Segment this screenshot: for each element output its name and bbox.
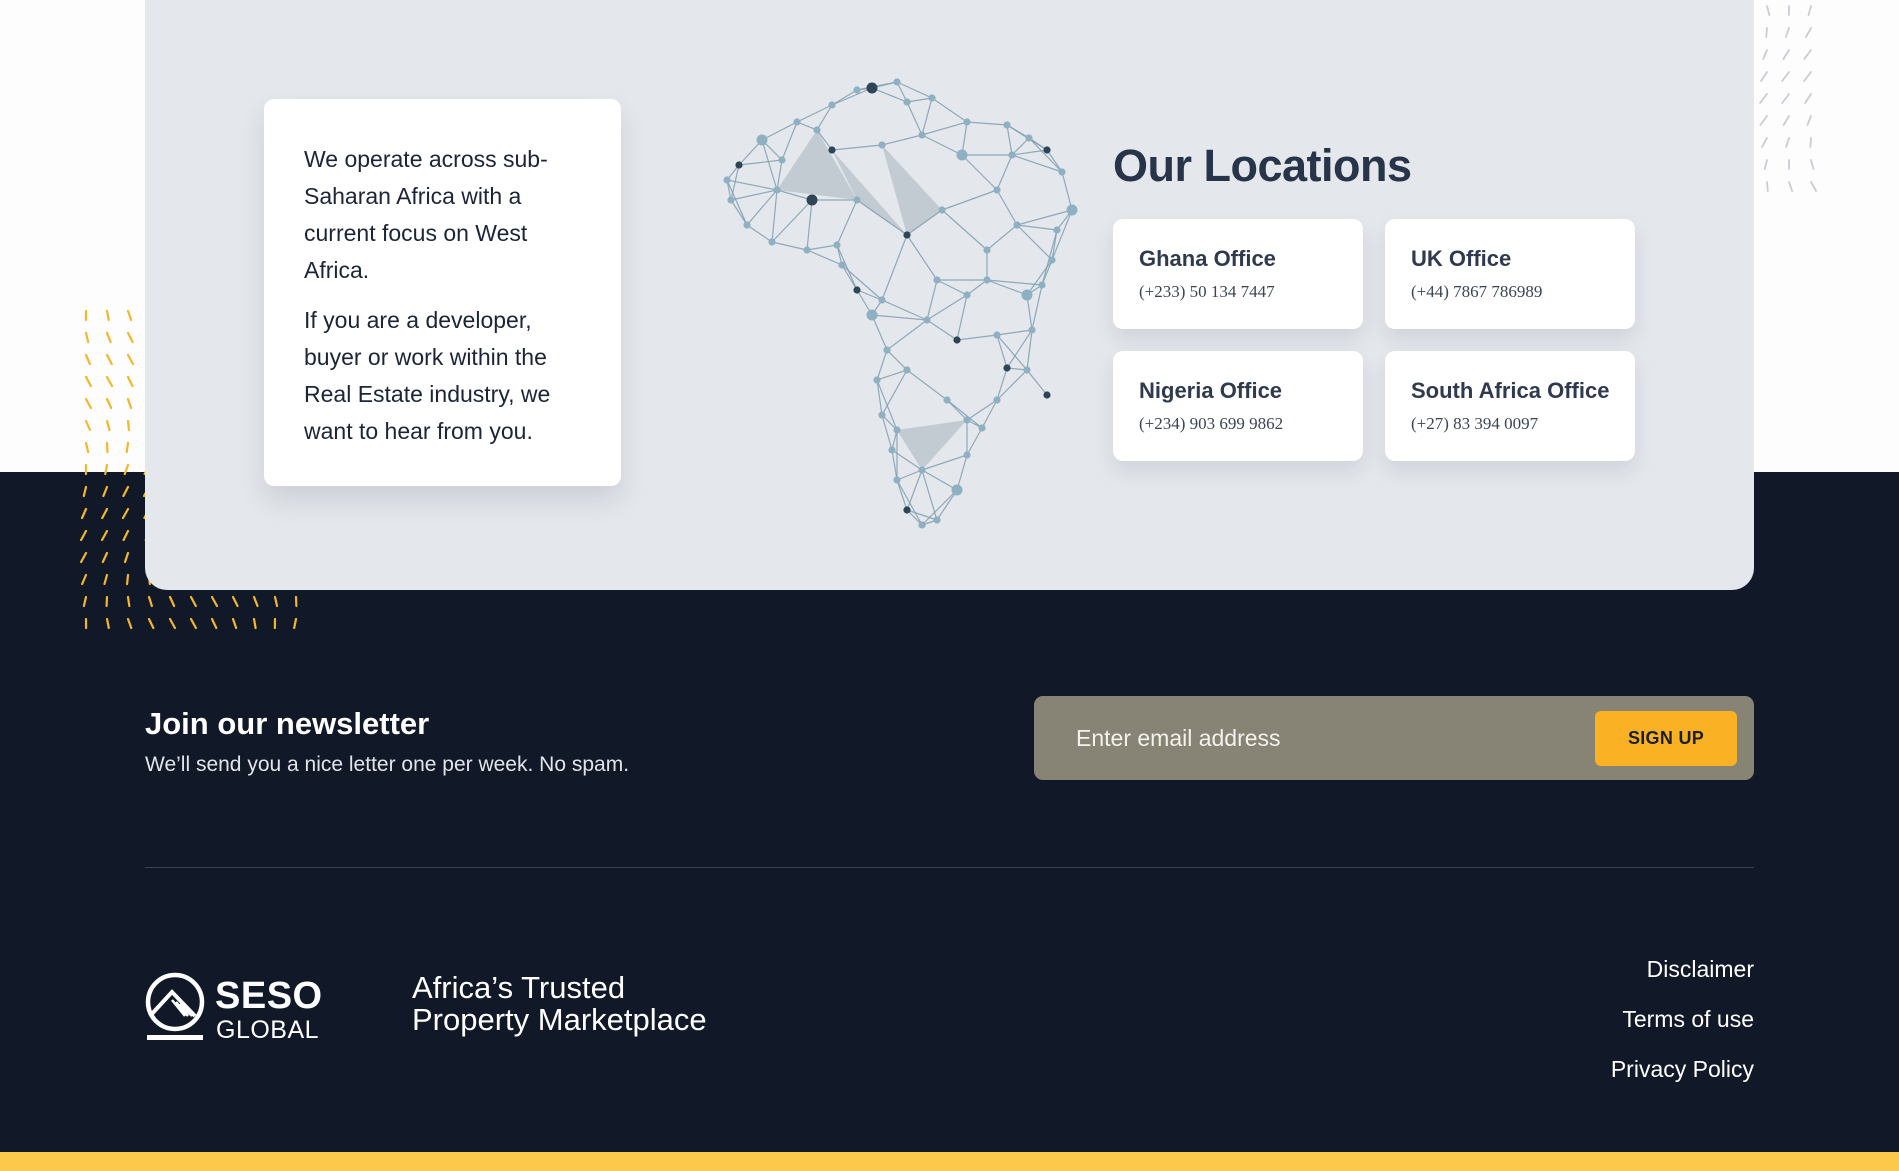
about-text-box: We operate across sub-Saharan Africa wit…: [264, 99, 621, 486]
office-name: Ghana Office: [1139, 246, 1276, 271]
privacy-policy-link[interactable]: Privacy Policy: [1611, 1044, 1754, 1094]
logo-wordmark-seso: SESO: [215, 975, 323, 1017]
office-card-south-africa: South Africa Office (+27) 83 394 0097: [1385, 351, 1635, 461]
footer-tagline: Africa’s Trusted Property Marketplace: [412, 972, 707, 1036]
office-phone: (+27) 83 394 0097: [1411, 414, 1539, 433]
newsletter-title: Join our newsletter: [145, 706, 430, 741]
office-phone: (+233) 50 134 7447: [1139, 282, 1275, 301]
signup-button[interactable]: SIGN UP: [1595, 711, 1737, 766]
office-name: South Africa Office: [1411, 378, 1610, 403]
office-phone: (+44) 7867 786989: [1411, 282, 1543, 301]
office-card-nigeria: Nigeria Office (+234) 903 699 9862: [1113, 351, 1363, 461]
disclaimer-link[interactable]: Disclaimer: [1611, 944, 1754, 994]
office-card-ghana: Ghana Office (+233) 50 134 7447: [1113, 219, 1363, 329]
seso-global-logo-icon[interactable]: [145, 972, 209, 1048]
africa-network-map-icon: [723, 78, 1078, 529]
office-name: Nigeria Office: [1139, 378, 1283, 403]
office-name: UK Office: [1411, 246, 1512, 271]
footer-accent-stripe: [0, 1152, 1899, 1171]
locations-title: Our Locations: [1113, 140, 1412, 191]
locations-card: We operate across sub-Saharan Africa wit…: [145, 0, 1754, 590]
about-paragraph-2: If you are a developer, buyer or work wi…: [304, 307, 551, 444]
office-phone: (+234) 903 699 9862: [1139, 414, 1284, 433]
newsletter-form: SIGN UP: [1034, 696, 1754, 780]
footer-links: Disclaimer Terms of use Privacy Policy: [1611, 944, 1754, 1094]
logo-wordmark-global: GLOBAL: [216, 1016, 320, 1044]
email-input[interactable]: [1034, 696, 1594, 780]
footer-divider: [145, 867, 1754, 868]
office-card-uk: UK Office (+44) 7867 786989: [1385, 219, 1635, 329]
tagline-line-2: Property Marketplace: [412, 1002, 707, 1037]
about-paragraph-1: We operate across sub-Saharan Africa wit…: [304, 146, 548, 283]
newsletter-subtitle: We’ll send you a nice letter one per wee…: [145, 753, 630, 776]
terms-of-use-link[interactable]: Terms of use: [1611, 994, 1754, 1044]
tagline-line-1: Africa’s Trusted: [412, 970, 626, 1005]
